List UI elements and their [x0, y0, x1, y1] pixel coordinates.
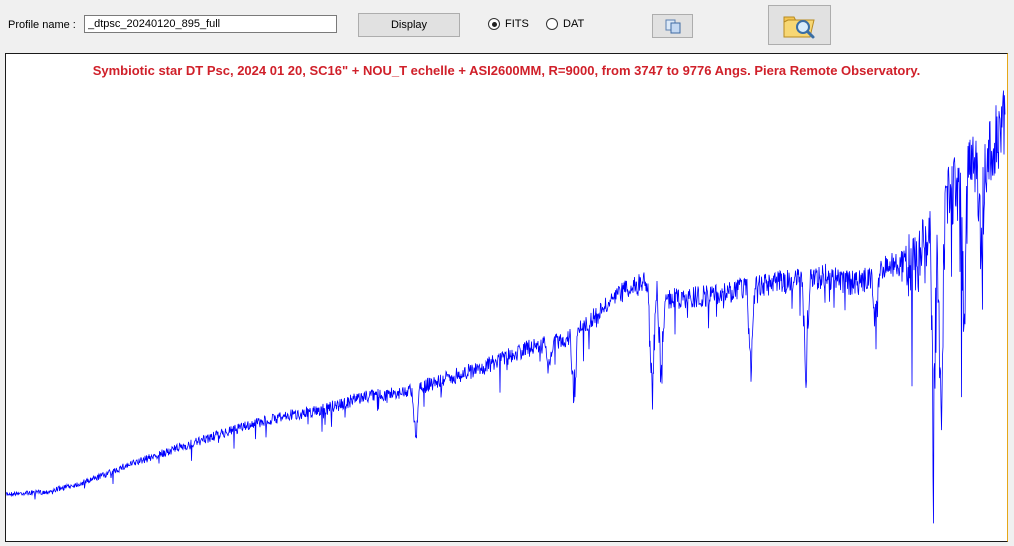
copy-icon: [665, 19, 680, 34]
toolbar: Profile name : Display FITS DAT: [0, 0, 1014, 52]
copy-button[interactable]: [652, 14, 693, 38]
display-button[interactable]: Display: [358, 13, 460, 37]
plot-title: Symbiotic star DT Psc, 2024 01 20, SC16"…: [92, 63, 921, 78]
dat-radio[interactable]: DAT: [546, 18, 584, 30]
open-file-button[interactable]: [768, 5, 831, 45]
folder-search-icon: [783, 16, 815, 39]
dat-radio-label: DAT: [563, 18, 585, 30]
fits-radio-dot[interactable]: [488, 18, 500, 30]
profile-name-input[interactable]: [84, 15, 337, 33]
fits-radio[interactable]: FITS: [488, 18, 529, 30]
fits-radio-label: FITS: [505, 18, 529, 30]
spectrum-chart: [6, 90, 1006, 524]
dat-radio-dot[interactable]: [546, 18, 558, 30]
spectrum-plot: Symbiotic star DT Psc, 2024 01 20, SC16"…: [5, 53, 1008, 542]
spectrum-line: [6, 90, 1006, 524]
profile-name-label: Profile name :: [8, 19, 76, 31]
